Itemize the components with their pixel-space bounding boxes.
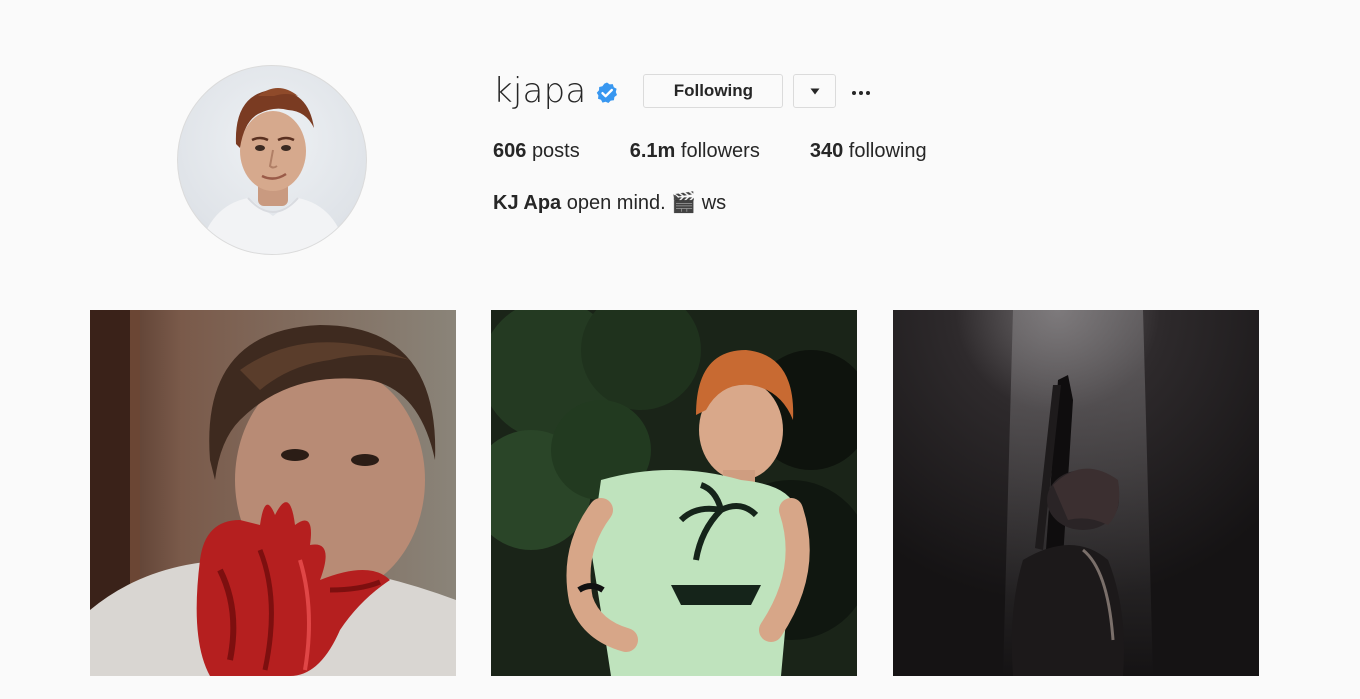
verified-badge-icon	[595, 81, 619, 105]
following-label: following	[848, 140, 927, 162]
post-thumbnail[interactable]	[893, 310, 1259, 676]
name-row: kjapa Following	[493, 70, 977, 112]
following-button[interactable]: Following	[643, 74, 784, 108]
following-link[interactable]: 340 following	[810, 140, 927, 163]
username: kjapa	[493, 71, 587, 111]
photo-bloody-hand	[90, 310, 456, 676]
caret-down-icon	[810, 82, 820, 100]
photo-dark-silhouette	[893, 310, 1259, 676]
profile-stats: 606 posts 6.1m followers 340 following	[493, 140, 977, 163]
posts-label: posts	[531, 140, 580, 162]
posts-number: 606	[493, 140, 527, 162]
bio-text-end: ws	[701, 192, 727, 214]
post-thumbnail[interactable]	[90, 310, 456, 676]
bio-text: open mind.	[566, 192, 666, 214]
avatar-portrait	[198, 88, 348, 254]
followers-link[interactable]: 6.1m followers	[630, 140, 760, 163]
profile-info: kjapa Following 606 posts 6.1m followers…	[493, 70, 977, 215]
profile-bio: KJ Apa open mind. 🎬 ws	[493, 190, 977, 215]
options-button[interactable]	[850, 80, 872, 102]
profile-page: kjapa Following 606 posts 6.1m followers…	[0, 0, 1360, 699]
followers-number: 6.1m	[629, 140, 676, 162]
suggestions-dropdown-button[interactable]	[793, 74, 837, 108]
profile-avatar[interactable]	[177, 65, 367, 255]
clapperboard-emoji: 🎬	[671, 192, 697, 214]
following-number: 340	[809, 140, 844, 162]
post-thumbnail[interactable]	[491, 310, 857, 676]
full-name: KJ Apa	[493, 192, 562, 214]
ellipsis-icon	[852, 82, 871, 100]
followers-label: followers	[680, 140, 760, 162]
photo-green-shirt-night	[491, 310, 857, 676]
posts-count: 606 posts	[493, 140, 580, 163]
